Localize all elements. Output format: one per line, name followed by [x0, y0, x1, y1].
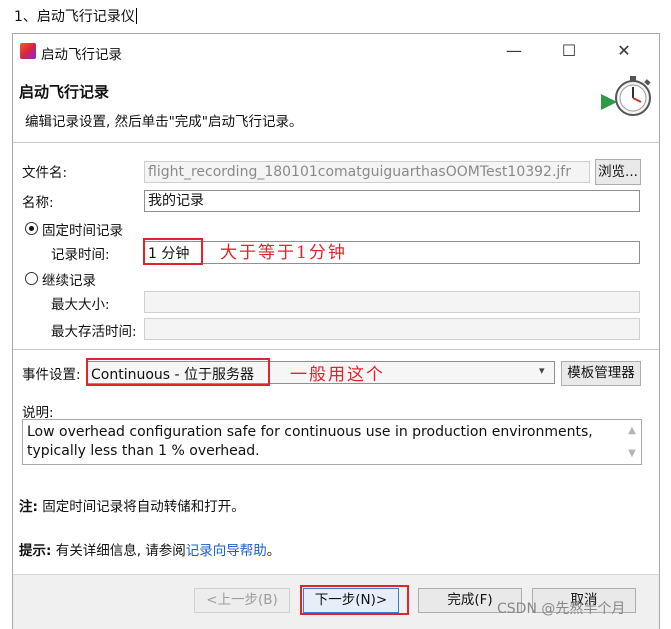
title-bar: 启动飞行记录 — ☐ ✕	[13, 34, 659, 66]
close-button[interactable]: ✕	[601, 35, 647, 65]
continuous-label: 继续记录	[42, 273, 96, 289]
fixed-time-radio[interactable]	[25, 222, 38, 235]
name-input[interactable]: 我的记录	[144, 190, 640, 212]
scroll-up-icon[interactable]: ▲	[624, 424, 640, 438]
page-description: 编辑记录设置, 然后单击"完成"启动飞行记录。	[25, 114, 303, 130]
tip-end: 。	[266, 543, 281, 559]
tip-line: 提示: 有关详细信息, 请参阅记录向导帮助。	[19, 539, 280, 559]
name-label: 名称:	[22, 195, 54, 211]
settings-divider	[13, 349, 659, 350]
next-button-highlight	[300, 585, 409, 615]
maximize-icon: ☐	[561, 40, 577, 60]
filename-field: flight_recording_180101comatguiguarthasO…	[144, 161, 590, 183]
chevron-down-icon[interactable]: ▾	[539, 364, 545, 377]
minimize-button[interactable]: —	[491, 35, 537, 65]
stopwatch-flight-icon	[601, 76, 651, 116]
record-time-input[interactable]	[144, 241, 640, 264]
max-size-label: 最大大小:	[51, 297, 110, 313]
description-textarea[interactable]: Low overhead configuration safe for cont…	[22, 419, 642, 465]
note-text: 固定时间记录将自动转储和打开。	[42, 499, 245, 515]
max-size-input	[144, 291, 640, 313]
csdn-watermark: CSDN @先熬半个月	[497, 601, 626, 617]
close-icon: ✕	[617, 40, 631, 60]
event-settings-annotation: 一般用这个	[290, 365, 385, 385]
fixed-time-label: 固定时间记录	[42, 223, 123, 239]
browse-button[interactable]: 浏览...	[595, 159, 641, 185]
record-time-label: 记录时间:	[51, 247, 110, 263]
wizard-help-link[interactable]: 记录向导帮助	[186, 543, 267, 559]
record-time-annotation: 大于等于1分钟	[220, 243, 347, 263]
max-age-label: 最大存活时间:	[51, 324, 137, 340]
document-heading: 1、启动飞行记录仪	[14, 8, 137, 25]
record-time-value-highlight: 1 分钟	[143, 238, 203, 265]
tip-prefix: 提示:	[19, 543, 52, 559]
scroll-down-icon[interactable]: ▼	[624, 447, 640, 461]
filename-label: 文件名:	[22, 165, 68, 181]
tip-text: 有关详细信息, 请参阅	[55, 543, 186, 559]
header-divider	[13, 142, 659, 143]
back-button: <上一步(B)	[194, 588, 290, 613]
continuous-radio[interactable]	[25, 272, 38, 285]
note-prefix: 注:	[19, 499, 38, 515]
template-manager-button[interactable]: 模板管理器	[561, 361, 641, 386]
event-settings-value-highlight: Continuous - 位于服务器	[86, 358, 270, 386]
event-settings-label: 事件设置:	[22, 367, 81, 383]
note-line: 注: 固定时间记录将自动转储和打开。	[19, 495, 245, 515]
description-text: Low overhead configuration safe for cont…	[27, 424, 593, 459]
description-label: 说明:	[22, 405, 54, 421]
window-title: 启动飞行记录	[41, 47, 122, 63]
start-flight-recording-dialog: 启动飞行记录 — ☐ ✕ 启动飞行记录 编辑记录设置, 然后单击"完成"启动飞行…	[12, 33, 660, 629]
page-title: 启动飞行记录	[19, 83, 110, 101]
text-caret	[135, 8, 137, 24]
app-icon	[20, 43, 36, 59]
maximize-button[interactable]: ☐	[546, 35, 592, 65]
minimize-icon: —	[506, 40, 522, 60]
max-age-input	[144, 318, 640, 340]
